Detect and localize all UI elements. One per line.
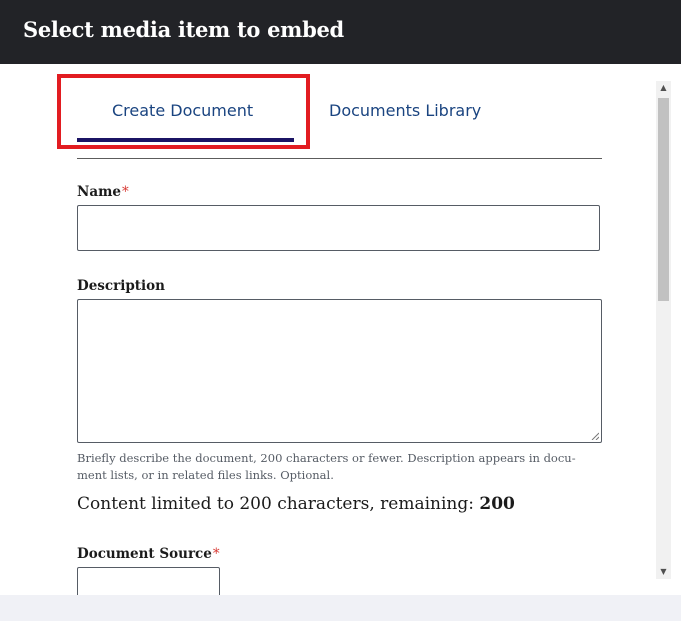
- active-tab-indicator: [77, 138, 294, 142]
- description-label: Description: [77, 278, 165, 294]
- name-label: Name*: [77, 184, 129, 200]
- description-textarea[interactable]: [77, 299, 602, 443]
- name-input[interactable]: [77, 205, 600, 251]
- scroll-up-icon[interactable]: ▲: [656, 81, 671, 95]
- tabs-divider: [77, 158, 602, 159]
- description-help-text: Briefly describe the document, 200 chara…: [77, 451, 576, 482]
- limit-prefix: Content limited to 200 characters, remai…: [77, 494, 480, 514]
- dialog-content: Create Document Documents Library Name* …: [0, 64, 681, 595]
- tab-create-document[interactable]: Create Document: [112, 101, 253, 121]
- character-limit-text: Content limited to 200 characters, remai…: [77, 493, 515, 515]
- dialog-header: Select media item to embed: [0, 0, 681, 64]
- name-label-text: Name: [77, 184, 121, 200]
- dialog-footer: [0, 595, 681, 621]
- document-source-label-text: Document Source: [77, 546, 212, 562]
- required-marker: *: [212, 546, 220, 562]
- resize-grip-icon[interactable]: [591, 432, 599, 440]
- scroll-thumb[interactable]: [658, 98, 669, 301]
- document-source-select[interactable]: [77, 567, 220, 595]
- tab-documents-library[interactable]: Documents Library: [329, 101, 481, 121]
- scroll-down-icon[interactable]: ▼: [656, 565, 671, 579]
- dialog-title: Select media item to embed: [23, 17, 344, 42]
- limit-remaining: 200: [479, 494, 515, 514]
- document-source-label: Document Source*: [77, 546, 220, 562]
- vertical-scrollbar[interactable]: ▲ ▼: [656, 81, 671, 579]
- required-marker: *: [121, 184, 129, 200]
